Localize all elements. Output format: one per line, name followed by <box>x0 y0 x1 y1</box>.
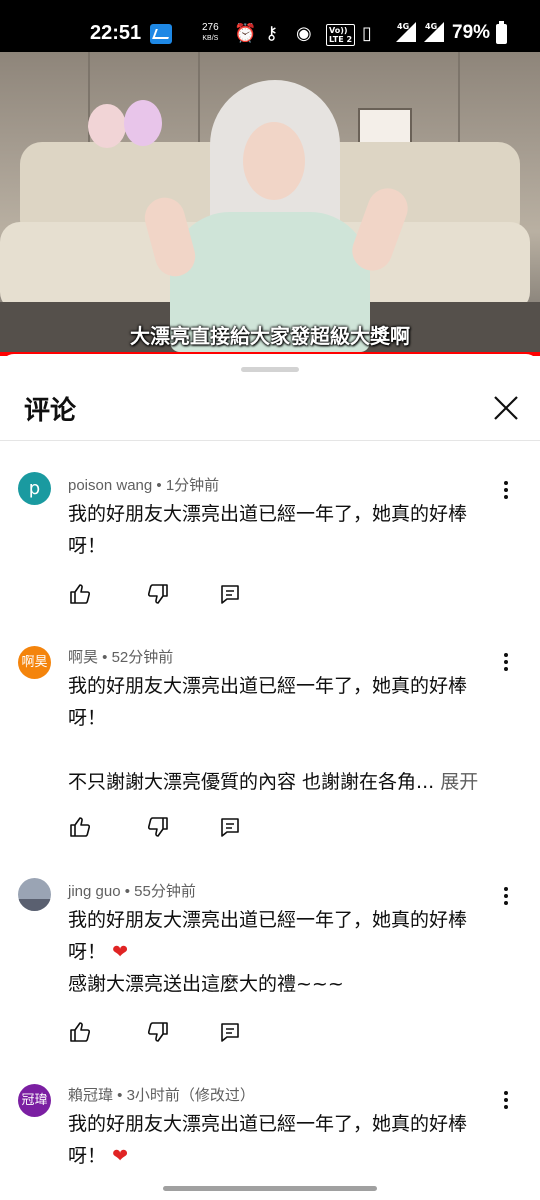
comment-text: 我的好朋友大漂亮出道已經一年了，她真的好棒 呀！ <box>68 498 488 562</box>
comment-text: 我的好朋友大漂亮出道已經一年了，她真的好棒 呀！ ❤ 感謝大漂亮送出這麼大的禮~… <box>68 904 488 1000</box>
comment-line: 不只謝謝大漂亮優質的內容 也謝謝在各角... <box>68 771 435 793</box>
volte-line1: Vo)) <box>329 26 348 35</box>
close-icon <box>494 396 518 420</box>
volte-line2: LTE 2 <box>329 35 353 44</box>
video-subtitle: 大漂亮直接給大家發超級大獎啊 <box>130 324 410 348</box>
heart-emoji-icon: ❤ <box>112 1145 128 1167</box>
expand-link[interactable]: 展开 <box>440 771 478 793</box>
comment-item: 啊昊 啊昊 • 52分钟前 我的好朋友大漂亮出道已經一年了，她真的好棒 呀！ 不… <box>0 642 540 842</box>
avatar[interactable]: 啊昊 <box>18 646 51 679</box>
volte-icon: Vo)) LTE 2 <box>326 24 356 46</box>
comment-line: 我的好朋友大漂亮出道已經一年了，她真的好棒 <box>68 503 468 525</box>
comment-line: 我的好朋友大漂亮出道已經一年了，她真的好棒 <box>68 909 468 931</box>
network-type-2: 4G <box>425 22 438 31</box>
comment-line: 呀！ <box>68 941 107 963</box>
more-options-button[interactable] <box>497 884 515 908</box>
drag-handle[interactable] <box>241 367 299 372</box>
comment-text: 我的好朋友大漂亮出道已經一年了，她真的好棒 呀！ ❤ <box>68 1108 488 1172</box>
comment-line: 感謝大漂亮送出這麼大的禮~~~ <box>68 973 344 995</box>
thumb-up-icon <box>70 1022 91 1042</box>
divider <box>0 440 540 441</box>
network-speed-value: 276 <box>202 22 219 33</box>
status-time: 22:51 <box>90 22 142 44</box>
alarm-icon: ⏰ <box>234 23 257 44</box>
comment-line: 呀！ <box>68 707 107 729</box>
sheet-title: 评论 <box>24 396 77 426</box>
plush-toy <box>88 104 126 148</box>
avatar[interactable]: p <box>18 472 51 505</box>
vibrate-icon: ▯ <box>362 23 372 44</box>
thumb-up-icon <box>70 584 91 604</box>
more-icon <box>504 481 508 485</box>
person-face <box>243 122 305 200</box>
avatar[interactable] <box>18 878 51 911</box>
network-type-1: 4G <box>397 22 410 31</box>
more-icon <box>504 887 508 891</box>
dislike-button[interactable] <box>146 1020 170 1044</box>
more-options-button[interactable] <box>497 1088 515 1112</box>
more-options-button[interactable] <box>497 650 515 674</box>
thumb-down-icon <box>147 584 168 604</box>
like-button[interactable] <box>68 1020 92 1044</box>
comment-text: 我的好朋友大漂亮出道已經一年了，她真的好棒 呀！ 不只謝謝大漂亮優質的內容 也謝… <box>68 670 488 798</box>
video-player[interactable]: 大漂亮直接給大家發超級大獎啊 <box>0 52 540 352</box>
thumb-up-icon <box>70 817 91 837</box>
reply-icon <box>221 1023 239 1042</box>
thumb-down-icon <box>147 817 168 837</box>
like-button[interactable] <box>68 815 92 839</box>
reply-button[interactable] <box>218 1020 242 1044</box>
network-speed-unit: KB/S <box>202 35 219 42</box>
like-button[interactable] <box>68 582 92 606</box>
reply-button[interactable] <box>218 815 242 839</box>
reply-icon <box>221 818 239 837</box>
reply-button[interactable] <box>218 582 242 606</box>
hotspot-icon: ◉ <box>296 23 312 44</box>
comment-meta: 啊昊 • 52分钟前 <box>68 649 174 666</box>
comment-line: 我的好朋友大漂亮出道已經一年了，她真的好棒 <box>68 675 468 697</box>
heart-emoji-icon: ❤ <box>112 941 128 963</box>
comment-line: 呀！ <box>68 1145 107 1167</box>
comment-meta: 賴冠瑋 • 3小时前（修改过） <box>68 1087 255 1104</box>
battery-percent: 79% <box>452 22 491 43</box>
more-options-button[interactable] <box>497 478 515 502</box>
avatar-photo <box>18 899 51 911</box>
comment-line: 我的好朋友大漂亮出道已經一年了，她真的好棒 <box>68 1113 468 1135</box>
status-bar: 22:51 276 KB/S ⏰ ⚷ ◉ Vo)) LTE 2 ▯ 4G 4G … <box>0 0 540 52</box>
gesture-nav-bar[interactable] <box>163 1186 377 1191</box>
plush-toy <box>124 100 162 146</box>
network-speed: 276 KB/S <box>202 23 219 44</box>
notification-app-icon <box>150 24 172 44</box>
close-button[interactable] <box>486 388 526 428</box>
comment-meta: jing guo • 55分钟前 <box>68 883 196 900</box>
avatar[interactable]: 冠瑋 <box>18 1084 51 1117</box>
comment-line: 呀！ <box>68 535 107 557</box>
more-icon <box>504 653 508 657</box>
comment-meta: poison wang • 1分钟前 <box>68 477 220 494</box>
battery-icon <box>496 21 507 44</box>
key-icon: ⚷ <box>265 23 279 44</box>
reply-icon <box>221 585 239 604</box>
more-icon <box>504 1091 508 1095</box>
dislike-button[interactable] <box>146 815 170 839</box>
thumb-down-icon <box>147 1022 168 1042</box>
dislike-button[interactable] <box>146 582 170 606</box>
comment-item: 冠瑋 賴冠瑋 • 3小时前（修改过） 我的好朋友大漂亮出道已經一年了，她真的好棒… <box>0 1080 540 1180</box>
